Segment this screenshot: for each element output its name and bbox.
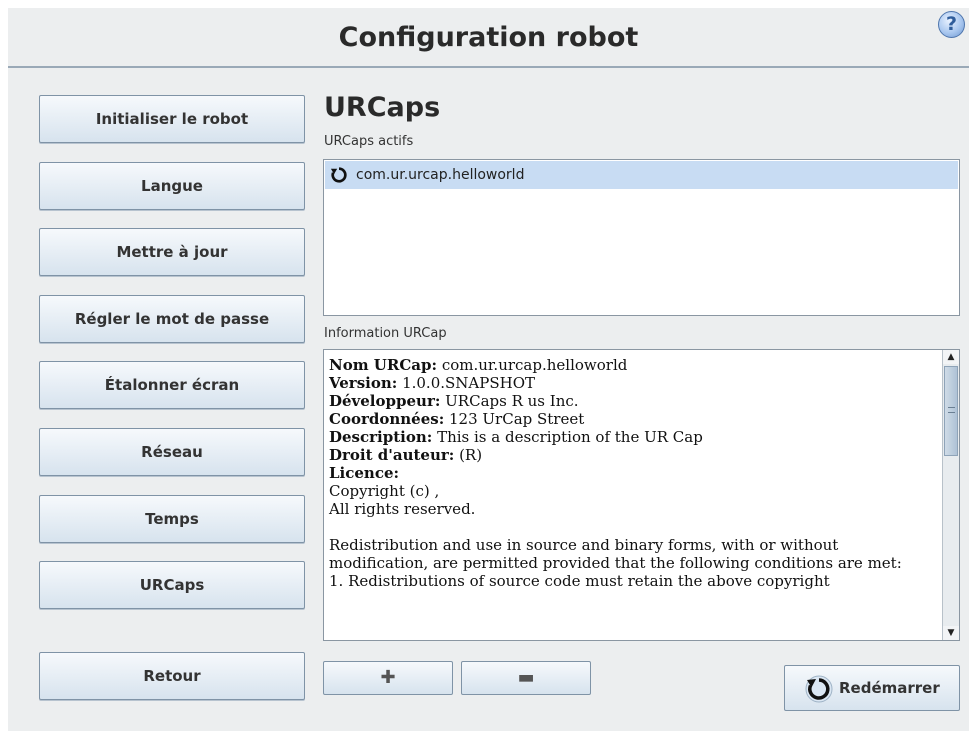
- list-item[interactable]: com.ur.urcap.helloworld: [325, 161, 958, 189]
- scrollbar-thumb[interactable]: [944, 366, 958, 456]
- remove-urcap-button[interactable]: ▬: [461, 661, 591, 695]
- network-button[interactable]: Réseau: [39, 428, 305, 476]
- add-urcap-button[interactable]: ✚: [323, 661, 453, 695]
- back-button[interactable]: Retour: [39, 652, 305, 700]
- active-urcaps-label: URCaps actifs: [324, 134, 414, 149]
- initialize-robot-button[interactable]: Initialiser le robot: [39, 95, 305, 143]
- reload-icon: [330, 167, 347, 183]
- language-button[interactable]: Langue: [39, 162, 305, 210]
- time-button[interactable]: Temps: [39, 495, 305, 543]
- info-scrollbar[interactable]: ▲ ▼: [942, 350, 959, 640]
- restart-label: Redémarrer: [839, 679, 940, 697]
- restart-icon: [805, 675, 833, 703]
- scroll-down-icon[interactable]: ▼: [943, 626, 959, 640]
- update-button[interactable]: Mettre à jour: [39, 228, 305, 276]
- page-title: Configuration robot: [338, 22, 639, 53]
- urcap-info-label: Information URCap: [324, 326, 447, 341]
- urcaps-button[interactable]: URCaps: [39, 561, 305, 609]
- active-urcaps-list[interactable]: com.ur.urcap.helloworld: [323, 159, 960, 316]
- scroll-up-icon[interactable]: ▲: [943, 350, 959, 364]
- robot-setup-screen: Configuration robot ? Initialiser le rob…: [8, 8, 969, 731]
- help-icon[interactable]: ?: [938, 11, 965, 38]
- set-password-button[interactable]: Régler le mot de passe: [39, 295, 305, 343]
- urcap-name: com.ur.urcap.helloworld: [356, 167, 525, 183]
- urcap-info-text: Nom URCap: com.ur.urcap.helloworld Versi…: [329, 356, 902, 590]
- header-bar: Configuration robot ?: [8, 8, 969, 68]
- restart-button[interactable]: Redémarrer: [784, 665, 960, 711]
- section-title: URCaps: [324, 92, 441, 123]
- calibrate-screen-button[interactable]: Étalonner écran: [39, 361, 305, 409]
- urcap-info-box[interactable]: Nom URCap: com.ur.urcap.helloworld Versi…: [323, 349, 960, 641]
